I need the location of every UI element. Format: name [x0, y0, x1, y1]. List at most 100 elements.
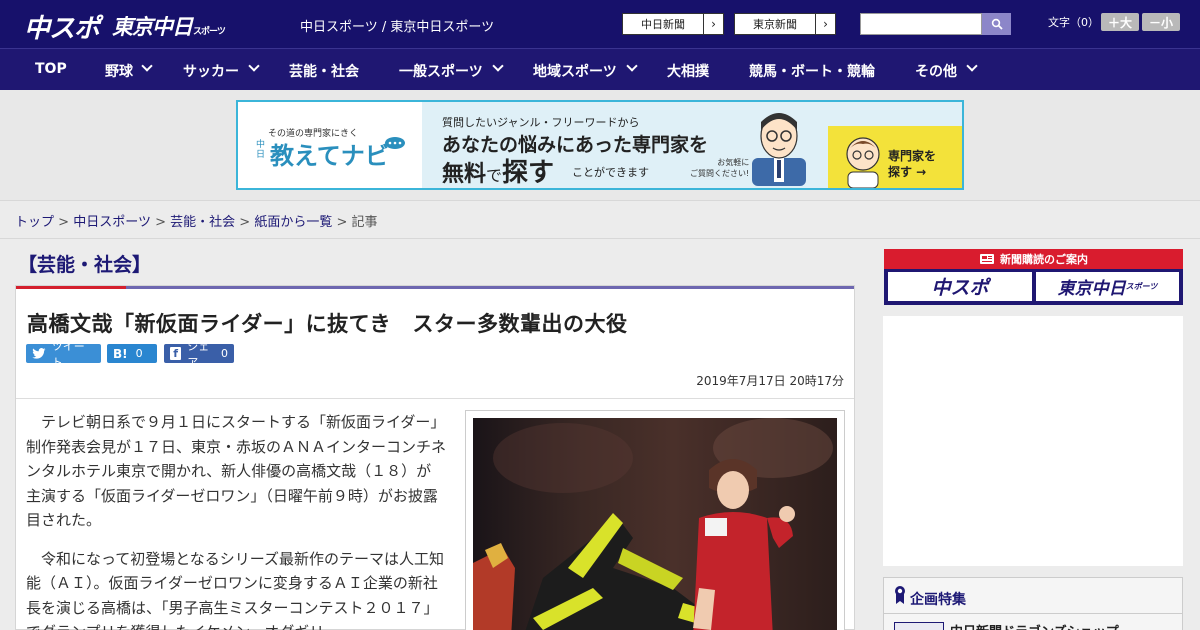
article-body: テレビ朝日系で９月１日にスタートする「新仮面ライダー」制作発表会見が１７日、東京… [26, 410, 446, 630]
banner-brand-prefix: 中日 [256, 140, 266, 160]
main-nav: TOP 野球 サッカー 芸能・社会 一般スポーツ 地域スポーツ 大相撲 競馬・ボ… [0, 48, 1200, 90]
search-button[interactable] [982, 13, 1011, 35]
tokyo-chunichi-logo-text: 東京中日 [112, 15, 193, 39]
nav-item-racing[interactable]: 競馬・ボート・競輪 [749, 61, 875, 81]
breadcrumb-separator: > [336, 215, 348, 230]
site-header: 中スポ 東京中日スポーツ 中日スポーツ / 東京中日スポーツ 中日新聞 › 東京… [0, 0, 1200, 48]
nav-item-soccer[interactable]: サッカー [183, 61, 239, 81]
nav-item-other[interactable]: その他 [915, 61, 957, 81]
tokyo-shimbun-label: 東京新聞 [753, 18, 797, 31]
subscription-heading: 新聞購読のご案内 [884, 249, 1183, 269]
breadcrumb-separator: > [239, 215, 251, 230]
banner-brand-panel: その道の専門家にきく 中日 教えてナビ [238, 102, 422, 188]
feature-box: 企画特集 中日新聞ドラゴンズショップ [883, 577, 1183, 630]
breadcrumb-top[interactable]: トップ [15, 215, 54, 230]
tokyo-chunichi-logo[interactable]: 東京中日スポーツ [112, 11, 226, 41]
banner-message-panel: 質問したいジャンル・フリーワードから あなたの悩みにあった専門家を 無料で探す … [422, 102, 962, 188]
search-input[interactable] [860, 13, 982, 35]
font-size-label: 文字（0） [1048, 16, 1099, 29]
article-paragraph: テレビ朝日系で９月１日にスタートする「新仮面ライダー」制作発表会見が１７日、東京… [26, 413, 447, 529]
chunichi-shimbun-label: 中日新聞 [641, 18, 685, 31]
facebook-icon: f [170, 347, 182, 360]
breadcrumb: トップ > 中日スポーツ > 芸能・社会 > 紙面から一覧 > 記事 [0, 200, 1200, 239]
oshiete-navi-banner[interactable]: その道の専門家にきく 中日 教えてナビ 質問したいジャンル・フリーワードから あ… [236, 100, 964, 190]
chevron-down-icon[interactable] [966, 60, 978, 72]
sidebar-ad-slot[interactable] [883, 316, 1183, 566]
nav-item-local-sports[interactable]: 地域スポーツ [533, 61, 617, 81]
article-card: 高橋文哉「新仮面ライダー」に抜てき スター多数輩出の大役 ツイート B! 0 f… [15, 285, 855, 630]
press-conference-photo [473, 418, 833, 630]
banner-free: 無料 [442, 162, 487, 187]
twitter-icon [32, 348, 46, 359]
nav-item-baseball[interactable]: 野球 [105, 61, 133, 81]
card-top-rule [16, 286, 854, 289]
nav-item-general-sports[interactable]: 一般スポーツ [399, 61, 483, 81]
newspaper-icon [980, 254, 994, 264]
chevron-down-icon[interactable] [626, 60, 638, 72]
banner-line1: 質問したいジャンル・フリーワードから [442, 116, 640, 129]
chunichi-shimbun-link[interactable]: 中日新聞 › [622, 13, 724, 35]
site-name: 中日スポーツ / 東京中日スポーツ [300, 20, 495, 35]
breadcrumb-entertainment[interactable]: 芸能・社会 [170, 215, 235, 230]
ribbon-icon [895, 586, 905, 604]
banner-line3: 無料で探す [442, 152, 555, 188]
breadcrumb-row: トップ > 中日スポーツ > 芸能・社会 > 紙面から一覧 > 記事 [15, 211, 378, 230]
article-date: 2019年7月17日 20時17分 [696, 374, 844, 388]
subscription-guide[interactable]: 新聞購読のご案内 中スポ 東京中日 スポーツ [884, 249, 1183, 305]
font-smaller-button[interactable]: －小 [1142, 13, 1180, 31]
speech-bubble-icon [385, 137, 405, 149]
tweet-label: ツイート [51, 339, 85, 369]
subscribe-chunichi-sports[interactable]: 中スポ [888, 272, 1032, 301]
breadcrumb-chunichi-sports[interactable]: 中日スポーツ [73, 215, 151, 230]
tweet-button[interactable]: ツイート [26, 340, 101, 369]
subscribe-tokyo-chunichi-small: スポーツ [1125, 282, 1158, 291]
chevron-right-icon: › [703, 14, 723, 34]
site-search [860, 13, 1011, 35]
breadcrumb-separator: > [155, 215, 166, 230]
tokyo-chunichi-logo-small: スポーツ [193, 27, 226, 37]
hatena-icon: B! [113, 346, 128, 361]
breadcrumb-current: 記事 [351, 215, 378, 230]
subscription-heading-text: 新聞購読のご案内 [1000, 253, 1088, 266]
banner-cta-text: 専門家を 探す → [888, 149, 937, 179]
nav-item-top[interactable]: TOP [35, 61, 67, 77]
banner-search-word: 探す [502, 158, 555, 188]
banner-note: お気軽に ご質問ください! [690, 158, 750, 178]
chevron-down-icon[interactable] [492, 60, 504, 72]
search-icon [991, 18, 1003, 30]
facebook-share-label: シェア [187, 339, 210, 369]
article-title: 高橋文哉「新仮面ライダー」に抜てき スター多数輩出の大役 [27, 312, 628, 336]
banner-brand: 教えてナビ [270, 142, 389, 170]
chevron-down-icon[interactable] [141, 60, 153, 72]
banner-de: で [486, 166, 503, 185]
feature-thumbnail[interactable] [894, 622, 944, 630]
card-top-rule-accent [16, 286, 126, 289]
banner-cta-panel[interactable]: 専門家を 探す → [828, 126, 962, 188]
hatena-count: 0 [135, 347, 143, 360]
article-photo [473, 418, 837, 630]
breadcrumb-paper-list[interactable]: 紙面から一覧 [254, 215, 332, 230]
subscribe-tokyo-chunichi-text: 東京中日 [1057, 279, 1126, 299]
category-heading: 【芸能・社会】 [18, 254, 152, 276]
facebook-count: 0 [221, 347, 228, 360]
header-divider [16, 398, 854, 399]
font-larger-button[interactable]: ＋大 [1101, 13, 1139, 31]
hatena-bookmark-button[interactable]: B! 0 [107, 344, 157, 363]
article-photo-frame[interactable] [465, 410, 845, 630]
facebook-share-button[interactable]: f シェア 0 [164, 340, 234, 369]
chevron-down-icon[interactable] [248, 60, 260, 72]
subscribe-tokyo-chunichi[interactable]: 東京中日 スポーツ [1036, 272, 1179, 301]
nav-item-entertainment[interactable]: 芸能・社会 [289, 61, 359, 81]
nav-item-sumo[interactable]: 大相撲 [667, 61, 709, 81]
girl-illustration [846, 137, 880, 188]
banner-line4: ことができます [572, 166, 649, 179]
tokyo-shimbun-link[interactable]: 東京新聞 › [734, 13, 836, 35]
consultant-illustration [752, 113, 806, 186]
breadcrumb-separator: > [58, 215, 70, 230]
chevron-right-icon: › [815, 14, 835, 34]
feature-title: 企画特集 [910, 592, 966, 608]
feature-divider [884, 613, 1182, 614]
article-paragraph: 令和になって初登場となるシリーズ最新作のテーマは人工知能（ＡＩ）。仮面ライダーゼ… [26, 549, 445, 630]
feature-item-dragons-shop[interactable]: 中日新聞ドラゴンズショップ [950, 621, 1119, 630]
chunichi-sports-logo[interactable]: 中スポ [24, 8, 100, 45]
